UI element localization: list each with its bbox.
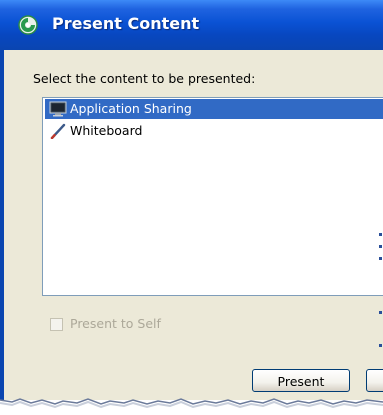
torn-edge-shadow — [0, 398, 383, 415]
partial-scroll-marker — [379, 233, 382, 236]
present-to-self-label: Present to Self — [70, 316, 161, 331]
dialog-title: Present Content — [52, 14, 200, 33]
partial-scroll-marker — [379, 344, 382, 347]
list-item-label: Whiteboard — [70, 123, 143, 138]
partial-scroll-marker — [379, 245, 382, 248]
app-logo-icon — [18, 15, 38, 35]
present-content-dialog: Present Content Select the content to be… — [0, 0, 383, 400]
list-item-whiteboard[interactable]: Whiteboard — [45, 121, 383, 141]
content-list[interactable]: Application Sharing Whiteboard — [42, 97, 383, 296]
monitor-icon — [49, 101, 67, 117]
secondary-button[interactable] — [366, 369, 383, 392]
content-prompt-label: Select the content to be presented: — [33, 71, 256, 86]
partial-scroll-marker — [379, 257, 382, 260]
pen-icon — [49, 123, 67, 140]
present-to-self-checkbox[interactable] — [50, 318, 63, 331]
list-item-application-sharing[interactable]: Application Sharing — [45, 99, 383, 119]
list-item-label: Application Sharing — [70, 101, 192, 116]
title-bar[interactable]: Present Content — [0, 0, 383, 50]
present-button[interactable]: Present — [252, 369, 350, 392]
partial-scroll-marker — [379, 311, 382, 314]
